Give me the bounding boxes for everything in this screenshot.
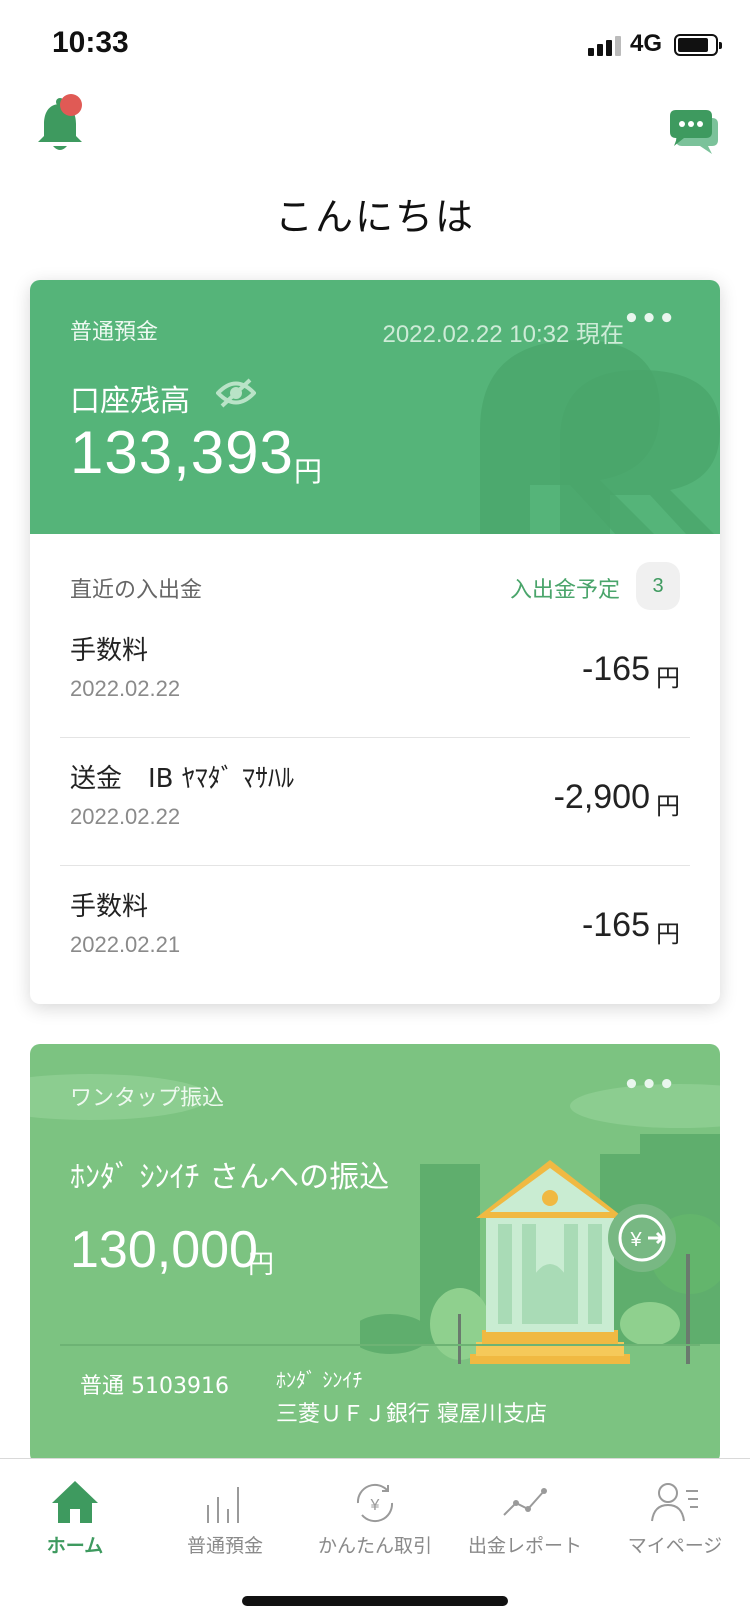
balance-label: 口座残高 [70, 384, 190, 419]
one-tap-more-button[interactable]: ••• [623, 1070, 676, 1100]
eye-hidden-icon[interactable] [216, 376, 256, 410]
yen-cycle-icon: ¥ [356, 1483, 394, 1523]
transfer-amount: 130,000 [70, 1221, 258, 1279]
one-tap-transfer-card[interactable]: ワンタップ振込 ••• ﾎﾝﾀﾞ ｼﾝｲﾁ さんへの振込 130,000 円 ¥… [30, 1044, 720, 1464]
transaction-amount: -165 [581, 650, 650, 688]
transaction-amount: -165 [581, 906, 650, 944]
transaction-row[interactable]: 手数料 2022.02.22 -165 円 [60, 610, 690, 738]
card-divider [60, 1344, 700, 1346]
destination-account-name: ﾎﾝﾀﾞ ｼﾝｲﾁ [276, 1368, 363, 1392]
scheduled-transactions-link[interactable]: 入出金予定 [510, 572, 620, 604]
notification-badge [60, 94, 82, 116]
chat-icon [670, 110, 718, 154]
transaction-name: 手数料 [70, 636, 149, 666]
greeting-title: こんにちは [274, 195, 475, 239]
svg-text:¥: ¥ [370, 1497, 380, 1514]
bank-logo-watermark-icon [480, 340, 720, 534]
nav-easy-transactions[interactable]: ¥ かんたん取引 [300, 1459, 450, 1569]
nav-my-page[interactable]: マイページ [600, 1459, 750, 1569]
home-screen: 10:33 4G こんにちは 普通預金 2022.02.22 10:32 現在 … [0, 0, 750, 1624]
bar-chart-icon [207, 1487, 239, 1523]
transaction-currency: 円 [656, 920, 680, 948]
transaction-date: 2022.02.22 [70, 676, 181, 701]
account-more-button[interactable]: ••• [623, 304, 676, 334]
transaction-row[interactable]: 手数料 2022.02.21 -165 円 [60, 866, 690, 994]
nav-savings[interactable]: 普通預金 [150, 1459, 300, 1569]
battery-icon [674, 34, 722, 56]
transaction-name: 送金 IB ﾔﾏﾀﾞ ﾏｻﾊﾙ [70, 764, 295, 794]
recent-transactions-heading: 直近の入出金 [70, 578, 203, 603]
svg-text:¥: ¥ [629, 1229, 642, 1251]
transaction-date: 2022.02.21 [70, 932, 181, 957]
transaction-currency: 円 [656, 792, 680, 820]
scheduled-count-badge[interactable]: 3 [636, 562, 680, 610]
transaction-name: 手数料 [70, 892, 149, 922]
status-bar: 10:33 4G [0, 0, 750, 90]
network-type: 4G [630, 30, 663, 57]
nav-my-page-label: マイページ [627, 1535, 723, 1557]
one-tap-title: ワンタップ振込 [70, 1086, 225, 1111]
home-indicator[interactable] [242, 1596, 508, 1606]
account-type: 普通預金 [70, 320, 159, 345]
balance-timestamp: 2022.02.22 10:32 現在 [382, 321, 624, 348]
home-icon [52, 1481, 98, 1523]
balance-amount: 133,393 [70, 419, 294, 486]
balance-panel[interactable]: 普通預金 2022.02.22 10:32 現在 ••• 口座残高 133,39… [30, 280, 720, 534]
person-list-icon [651, 1483, 698, 1522]
transaction-currency: 円 [656, 664, 680, 692]
destination-bank-branch: 三菱ＵＦＪ銀行 寝屋川支店 [276, 1402, 547, 1427]
chat-button[interactable] [668, 108, 720, 154]
destination-account-number: 普通 5103916 [80, 1374, 229, 1399]
transfer-currency: 円 [248, 1250, 275, 1280]
account-card[interactable]: 普通預金 2022.02.22 10:32 現在 ••• 口座残高 133,39… [30, 280, 720, 1004]
payee-label: ﾎﾝﾀﾞ ｼﾝｲﾁ さんへの振込 [70, 1160, 390, 1195]
transaction-row[interactable]: 送金 IB ﾔﾏﾀﾞ ﾏｻﾊﾙ 2022.02.22 -2,900 円 [60, 738, 690, 866]
nav-withdrawal-report-label: 出金レポート [467, 1535, 582, 1557]
balance-currency: 円 [294, 455, 323, 488]
nav-savings-label: 普通預金 [186, 1535, 263, 1557]
line-chart-icon [503, 1488, 547, 1516]
transaction-amount: -2,900 [553, 778, 650, 816]
status-time: 10:33 [52, 26, 129, 59]
nav-home-label: ホーム [46, 1535, 104, 1557]
nav-withdrawal-report[interactable]: 出金レポート [450, 1459, 600, 1569]
signal-icon [588, 34, 622, 56]
nav-easy-transactions-label: かんたん取引 [317, 1535, 432, 1557]
yen-transfer-icon[interactable]: ¥ [608, 1204, 676, 1272]
transaction-date: 2022.02.22 [70, 804, 181, 829]
nav-home[interactable]: ホーム [0, 1459, 150, 1569]
